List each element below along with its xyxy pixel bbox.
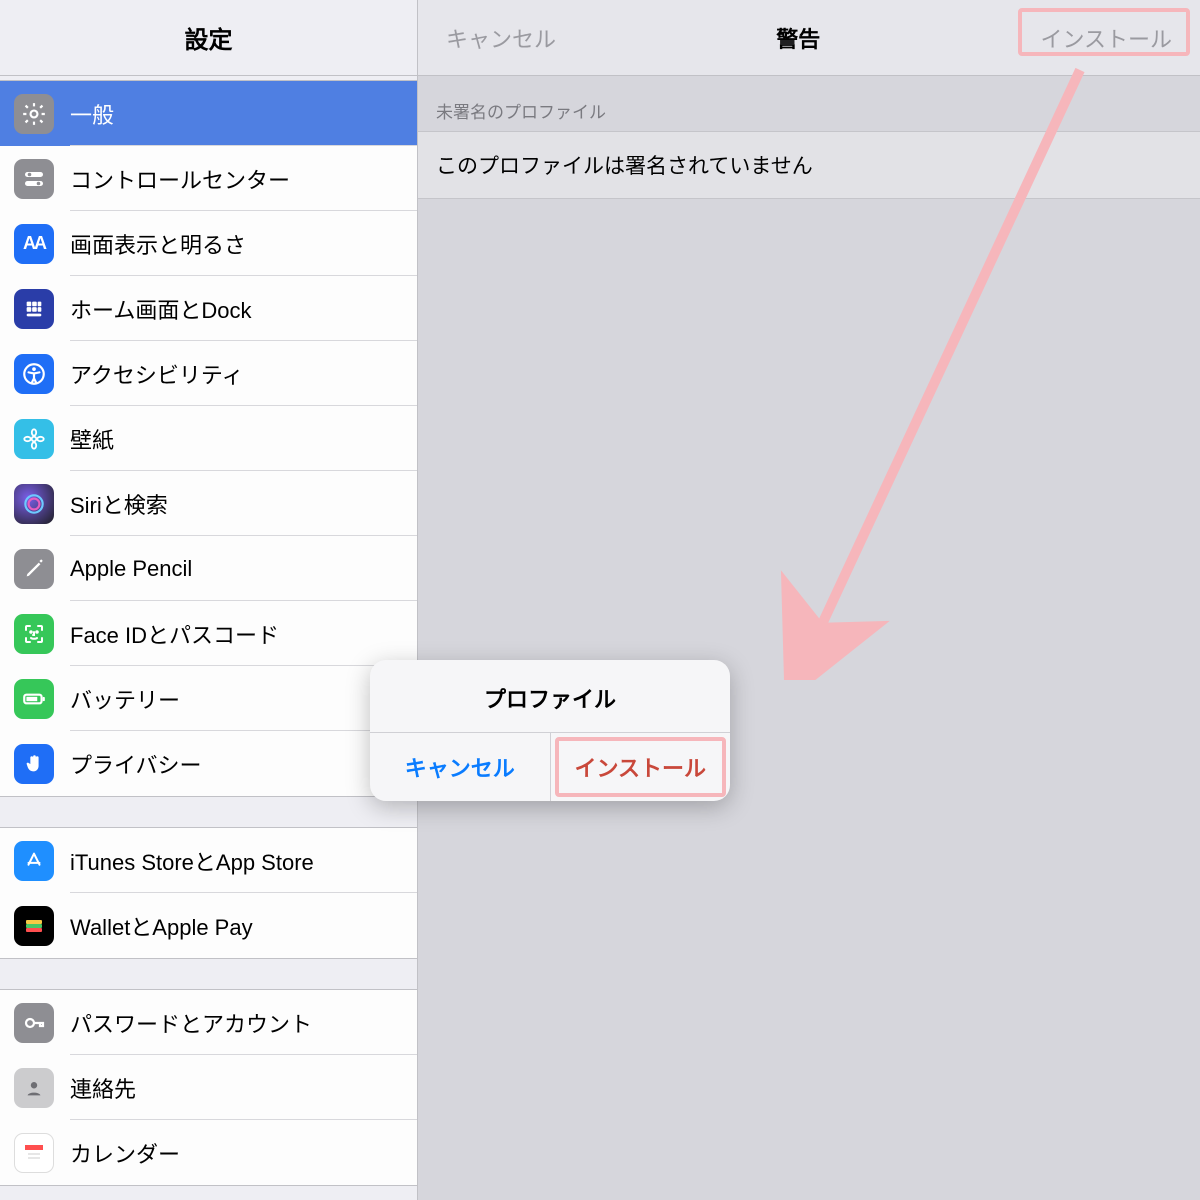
sidebar-item-wallpaper[interactable]: 壁紙 (0, 406, 417, 471)
detail-header: キャンセル 警告 インストール (418, 0, 1200, 76)
siri-icon (14, 484, 54, 524)
sidebar-label-control-center: コントロールセンター (70, 163, 290, 195)
sidebar-label-wallet: WalletとApple Pay (70, 910, 253, 942)
calendar-icon (14, 1133, 54, 1173)
sidebar-item-accessibility[interactable]: アクセシビリティ (0, 341, 417, 406)
key-icon (14, 1003, 54, 1043)
sidebar-label-privacy: プライバシー (70, 748, 202, 780)
popover-install-label: インストール (574, 756, 706, 781)
faceid-icon (14, 614, 54, 654)
sidebar-label-itunes: iTunes StoreとApp Store (70, 845, 314, 877)
sidebar-label-general: 一般 (70, 98, 114, 130)
sidebar-label-accessibility: アクセシビリティ (70, 358, 244, 390)
sidebar-label-display: 画面表示と明るさ (70, 228, 246, 260)
wallet-icon (14, 906, 54, 946)
toggles-icon (14, 159, 54, 199)
sidebar-label-battery: バッテリー (70, 683, 180, 715)
battery-icon (14, 679, 54, 719)
detail-row-unsigned-profile: このプロファイルは署名されていません (418, 131, 1200, 199)
sidebar-title: 設定 (185, 20, 233, 55)
popover-cancel-button[interactable]: キャンセル (370, 733, 551, 801)
detail-pane: キャンセル 警告 インストール 未署名のプロファイル このプロファイルは署名され… (418, 0, 1200, 1200)
hand-icon (14, 744, 54, 784)
sidebar-label-passwords: パスワードとアカウント (70, 1007, 312, 1039)
popover-install-button[interactable]: インストール (551, 733, 731, 801)
sidebar-label-wallpaper: 壁紙 (70, 423, 114, 455)
pencil-icon (14, 549, 54, 589)
sidebar-group-1: 一般 コントロールセンター AA 画面表示と明るさ ホーム画面とDock (0, 80, 417, 797)
sidebar-item-itunes[interactable]: iTunes StoreとApp Store (0, 828, 417, 893)
sidebar-label-faceid: Face IDとパスコード (70, 618, 279, 650)
sidebar-item-home-dock[interactable]: ホーム画面とDock (0, 276, 417, 341)
sidebar-item-battery[interactable]: バッテリー (0, 666, 417, 731)
text-size-icon: AA (14, 224, 54, 264)
section-label-unsigned: 未署名のプロファイル (418, 76, 1200, 131)
appstore-icon (14, 841, 54, 881)
header-install-button[interactable]: インストール (1040, 22, 1172, 54)
header-title: 警告 (776, 22, 820, 54)
popover-title: プロファイル (370, 660, 730, 732)
popover-buttons: キャンセル インストール (370, 732, 730, 801)
accessibility-icon (14, 354, 54, 394)
sidebar-item-privacy[interactable]: プライバシー (0, 731, 417, 796)
flower-icon (14, 419, 54, 459)
sidebar-group-2: iTunes StoreとApp Store WalletとApple Pay (0, 827, 417, 959)
sidebar-item-contacts[interactable]: 連絡先 (0, 1055, 417, 1120)
sidebar-label-contacts: 連絡先 (70, 1072, 136, 1104)
grid-icon (14, 289, 54, 329)
sidebar-item-calendar[interactable]: カレンダー (0, 1120, 417, 1185)
sidebar-label-pencil: Apple Pencil (70, 556, 192, 582)
gear-icon (14, 94, 54, 134)
sidebar-label-calendar: カレンダー (70, 1137, 180, 1169)
sidebar-item-pencil[interactable]: Apple Pencil (0, 536, 417, 601)
sidebar-item-passwords[interactable]: パスワードとアカウント (0, 990, 417, 1055)
contacts-icon (14, 1068, 54, 1108)
sidebar-item-wallet[interactable]: WalletとApple Pay (0, 893, 417, 958)
profile-popover: プロファイル キャンセル インストール (370, 660, 730, 801)
sidebar-header: 設定 (0, 0, 417, 76)
sidebar-item-display[interactable]: AA 画面表示と明るさ (0, 211, 417, 276)
sidebar-group-3: パスワードとアカウント 連絡先 カレンダー (0, 989, 417, 1186)
sidebar-item-siri[interactable]: Siriと検索 (0, 471, 417, 536)
header-cancel-button[interactable]: キャンセル (446, 22, 556, 54)
sidebar-item-control-center[interactable]: コントロールセンター (0, 146, 417, 211)
sidebar-label-siri: Siriと検索 (70, 488, 168, 520)
sidebar-item-general[interactable]: 一般 (0, 81, 417, 146)
sidebar-label-home-dock: ホーム画面とDock (70, 293, 251, 325)
settings-sidebar: 設定 一般 コントロールセンター AA 画面表示と明るさ (0, 0, 418, 1200)
sidebar-item-faceid[interactable]: Face IDとパスコード (0, 601, 417, 666)
